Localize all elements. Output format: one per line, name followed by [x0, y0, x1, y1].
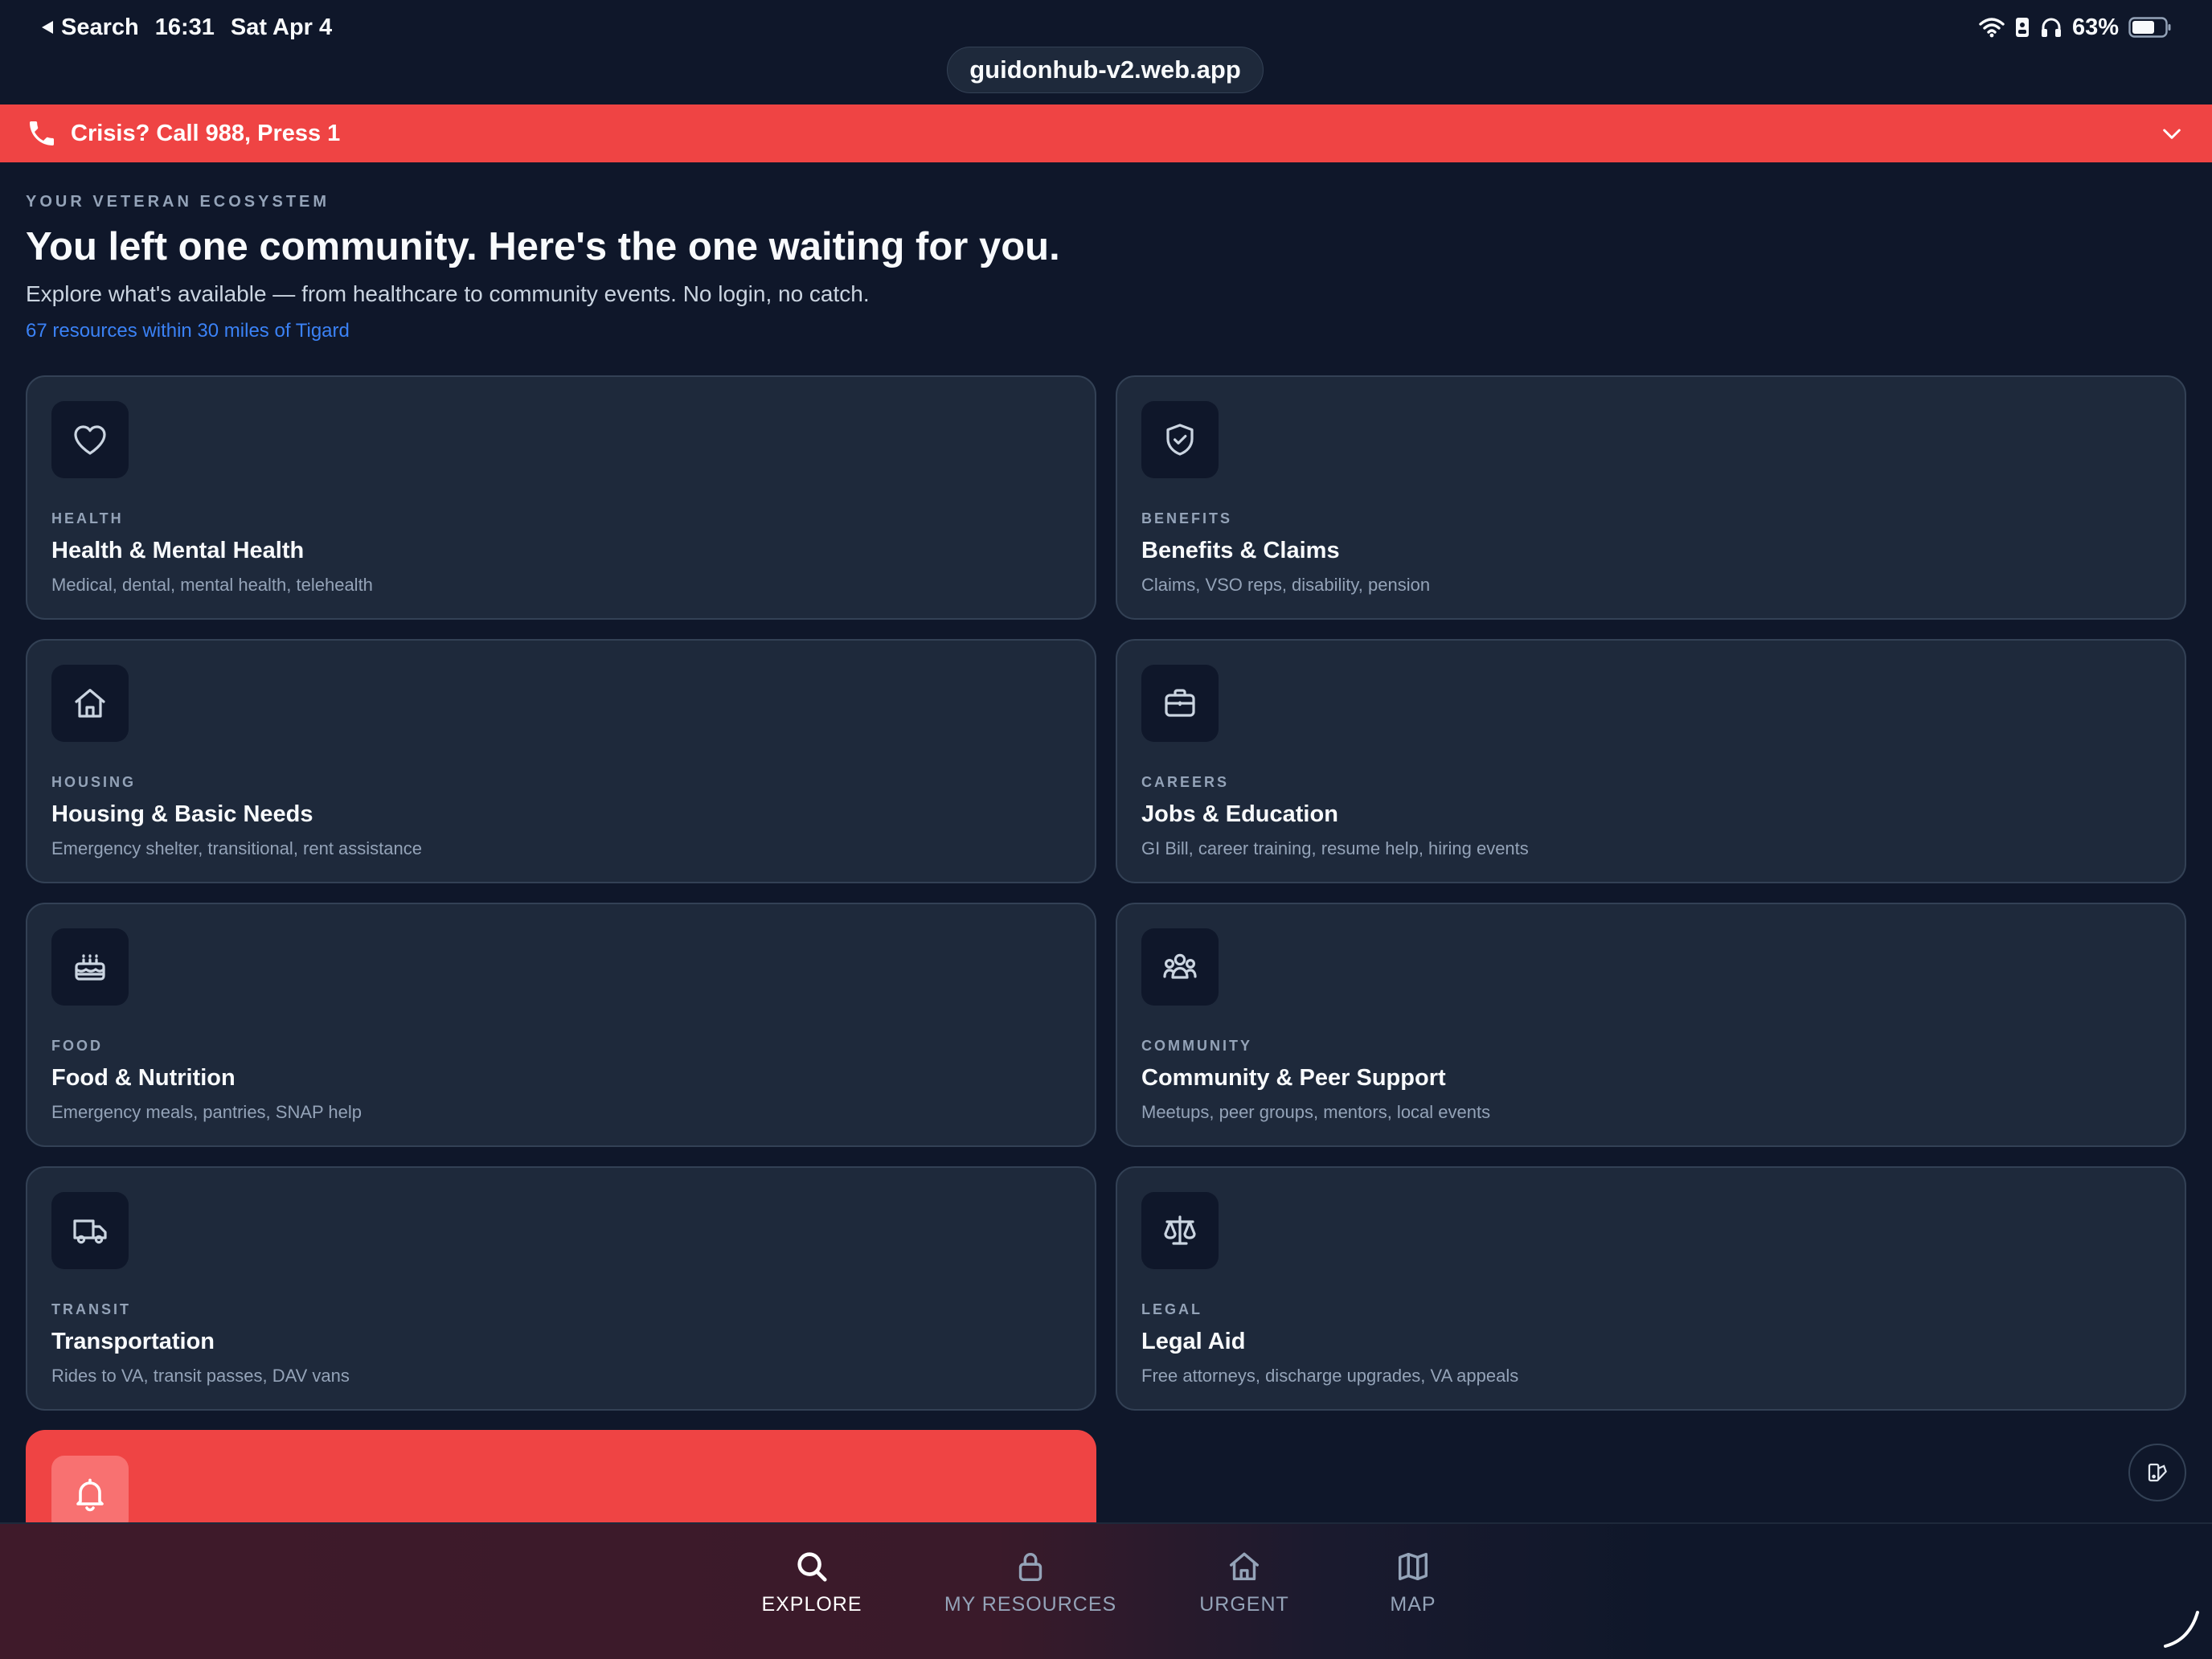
category-card-health[interactable]: HEALTH Health & Mental Health Medical, d… — [26, 375, 1096, 620]
headphones-icon — [2041, 18, 2061, 37]
corner-swipe-indicator — [2164, 1611, 2199, 1648]
status-time: 16:31 — [154, 14, 215, 40]
urgent-icon-frame — [51, 1456, 129, 1533]
users-icon — [1163, 953, 1197, 979]
card-title: Benefits & Claims — [1141, 538, 1340, 563]
status-right: 63% — [1979, 11, 2172, 43]
card-title: Transportation — [51, 1329, 215, 1354]
status-bar: Search 16:31 Sat Apr 4 63% guidonhub-v2.… — [0, 0, 2212, 104]
card-description: Emergency meals, pantries, SNAP help — [51, 1102, 362, 1122]
nav-urgent[interactable]: URGENT — [1190, 1548, 1299, 1628]
home-icon — [1229, 1552, 1260, 1581]
bottom-nav: EXPLORE MY RESOURCES URGENT MAP — [0, 1522, 2212, 1659]
card-description: GI Bill, career training, resume help, h… — [1141, 838, 1529, 858]
card-icon-frame — [1141, 1192, 1219, 1269]
nav-label: MAP — [1390, 1593, 1436, 1616]
card-eyebrow: FOOD — [51, 1038, 103, 1054]
badge-icon — [2015, 18, 2029, 37]
theme-toggle-button[interactable] — [2128, 1444, 2186, 1501]
card-title: Health & Mental Health — [51, 538, 305, 563]
card-description: Free attorneys, discharge upgrades, VA a… — [1141, 1366, 1519, 1386]
card-description: Medical, dental, mental health, teleheal… — [51, 575, 373, 595]
card-title: Jobs & Education — [1141, 801, 1338, 827]
wifi-icon — [1979, 18, 2005, 38]
briefcase-icon — [1165, 689, 1195, 717]
nav-label: MY RESOURCES — [944, 1593, 1117, 1616]
category-card-housing[interactable]: HOUSING Housing & Basic Needs Emergency … — [26, 639, 1096, 883]
card-eyebrow: TRANSIT — [51, 1301, 131, 1317]
category-card-careers[interactable]: CAREERS Jobs & Education GI Bill, career… — [1116, 639, 2186, 883]
palette-icon — [2148, 1463, 2167, 1482]
battery-icon — [2128, 17, 2171, 38]
category-card-community[interactable]: COMMUNITY Community & Peer Support Meetu… — [1116, 903, 2186, 1147]
hero-eyebrow: YOUR VETERAN ECOSYSTEM — [26, 193, 330, 211]
page-title: You left one community. Here's the one w… — [26, 225, 1060, 268]
battery-percent: 63% — [2071, 14, 2119, 40]
category-card-food[interactable]: FOOD Food & Nutrition Emergency meals, p… — [26, 903, 1096, 1147]
home-icon — [75, 689, 105, 718]
status-left: Search 16:31 Sat Apr 4 — [40, 11, 332, 43]
card-title: Housing & Basic Needs — [51, 801, 313, 827]
card-eyebrow: BENEFITS — [1141, 510, 1233, 526]
hero-subtitle: Explore what's available — from healthca… — [26, 281, 870, 306]
card-eyebrow: COMMUNITY — [1141, 1038, 1252, 1054]
crisis-banner[interactable]: Crisis? Call 988, Press 1 — [0, 104, 2212, 162]
nav-my-resources[interactable]: MY RESOURCES — [940, 1548, 1120, 1628]
nav-label: EXPLORE — [761, 1593, 862, 1616]
heart-icon — [74, 425, 106, 455]
card-icon-frame — [1141, 401, 1219, 478]
status-date: Sat Apr 4 — [230, 14, 333, 40]
category-card-legal[interactable]: LEGAL Legal Aid Free attorneys, discharg… — [1116, 1166, 2186, 1411]
scale-icon — [1164, 1215, 1196, 1245]
back-triangle-icon — [42, 21, 53, 34]
card-description: Rides to VA, transit passes, DAV vans — [51, 1366, 350, 1386]
card-eyebrow: CAREERS — [1141, 774, 1230, 790]
card-title: Community & Peer Support — [1141, 1065, 1446, 1091]
card-eyebrow: HOUSING — [51, 774, 137, 790]
nav-explore[interactable]: EXPLORE — [756, 1548, 868, 1628]
card-description: Emergency shelter, transitional, rent as… — [51, 838, 423, 858]
back-label: Search — [61, 14, 139, 40]
card-description: Meetups, peer groups, mentors, local eve… — [1141, 1102, 1491, 1122]
card-icon-frame — [51, 401, 129, 478]
card-title: Legal Aid — [1141, 1329, 1246, 1354]
truck-icon — [73, 1219, 107, 1244]
cake-icon — [75, 954, 105, 981]
nav-label: URGENT — [1199, 1593, 1289, 1616]
card-icon-frame — [51, 928, 129, 1006]
category-card-transit[interactable]: TRANSIT Transportation Rides to VA, tran… — [26, 1166, 1096, 1411]
resource-count: 67 resources within 30 miles of Tigard — [26, 320, 350, 342]
card-icon-frame — [1141, 928, 1219, 1006]
card-icon-frame — [51, 665, 129, 742]
card-icon-frame — [51, 1192, 129, 1269]
map-icon — [1398, 1552, 1428, 1581]
chevron-down-icon[interactable] — [2159, 121, 2185, 146]
crisis-text: Crisis? Call 988, Press 1 — [71, 121, 341, 146]
category-card-benefits[interactable]: BENEFITS Benefits & Claims Claims, VSO r… — [1116, 375, 2186, 620]
card-description: Claims, VSO reps, disability, pension — [1141, 575, 1431, 595]
phone-icon — [30, 121, 54, 145]
nav-map[interactable]: MAP — [1374, 1548, 1452, 1628]
back-to-search[interactable]: Search — [40, 14, 139, 41]
shield-check-icon — [1166, 424, 1194, 456]
card-eyebrow: LEGAL — [1141, 1301, 1202, 1317]
app-root: Search 16:31 Sat Apr 4 63% guidonhub-v2.… — [0, 0, 2212, 1659]
lock-icon — [1018, 1552, 1043, 1582]
card-eyebrow: HEALTH — [51, 510, 124, 526]
card-icon-frame — [1141, 665, 1219, 742]
card-title: Food & Nutrition — [51, 1065, 236, 1091]
bell-icon — [76, 1478, 104, 1512]
url-bar[interactable]: guidonhub-v2.web.app — [947, 47, 1264, 93]
search-icon — [797, 1552, 827, 1582]
